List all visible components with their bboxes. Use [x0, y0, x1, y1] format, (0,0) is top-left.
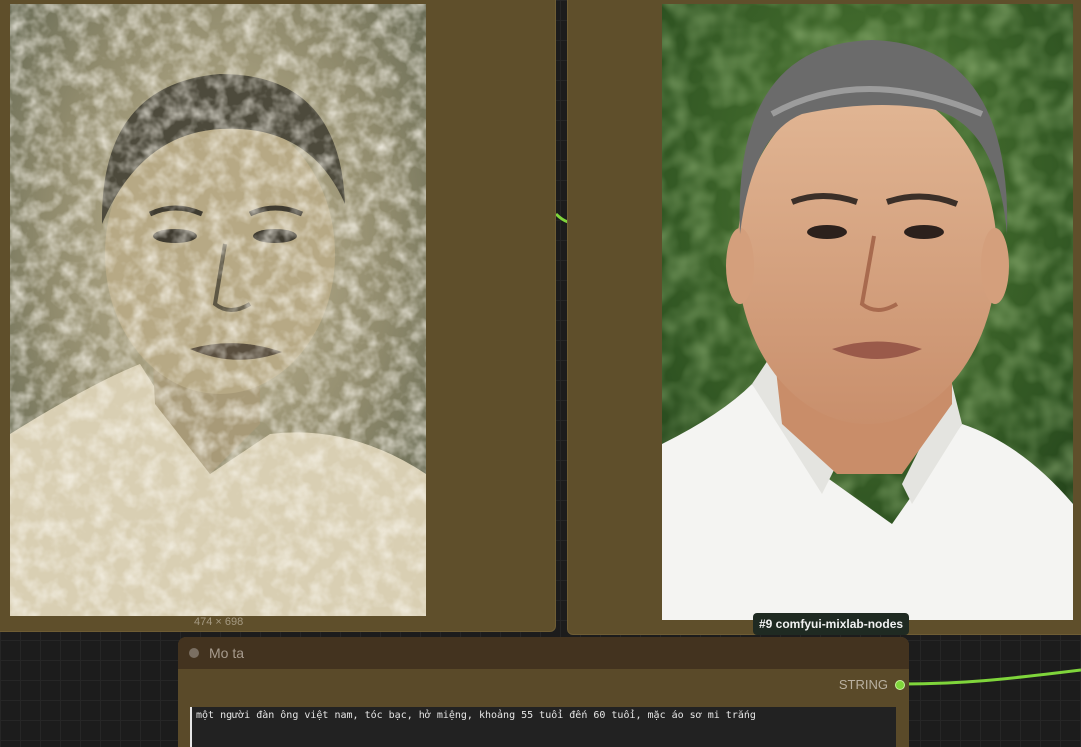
output-port-icon[interactable] [895, 679, 905, 690]
prompt-textarea[interactable]: một người đàn ông việt nam, tóc bạc, hở … [190, 707, 896, 747]
restored-photo-preview [662, 4, 1073, 620]
string-output-slot[interactable]: STRING [839, 677, 905, 692]
output-label: STRING [838, 677, 888, 692]
image-dimensions-label: 474 × 698 [194, 616, 244, 628]
node-id-badge: #9 comfyui-mixlab-nodes [753, 613, 910, 635]
mota-node-header[interactable]: Mo ta [178, 637, 909, 669]
collapse-dot-icon[interactable] [189, 648, 199, 658]
old-photo-preview [10, 4, 426, 616]
node-title: Mo ta [209, 645, 245, 661]
mota-text-node[interactable]: Mo ta STRING một người đàn ông việt nam,… [178, 637, 909, 747]
